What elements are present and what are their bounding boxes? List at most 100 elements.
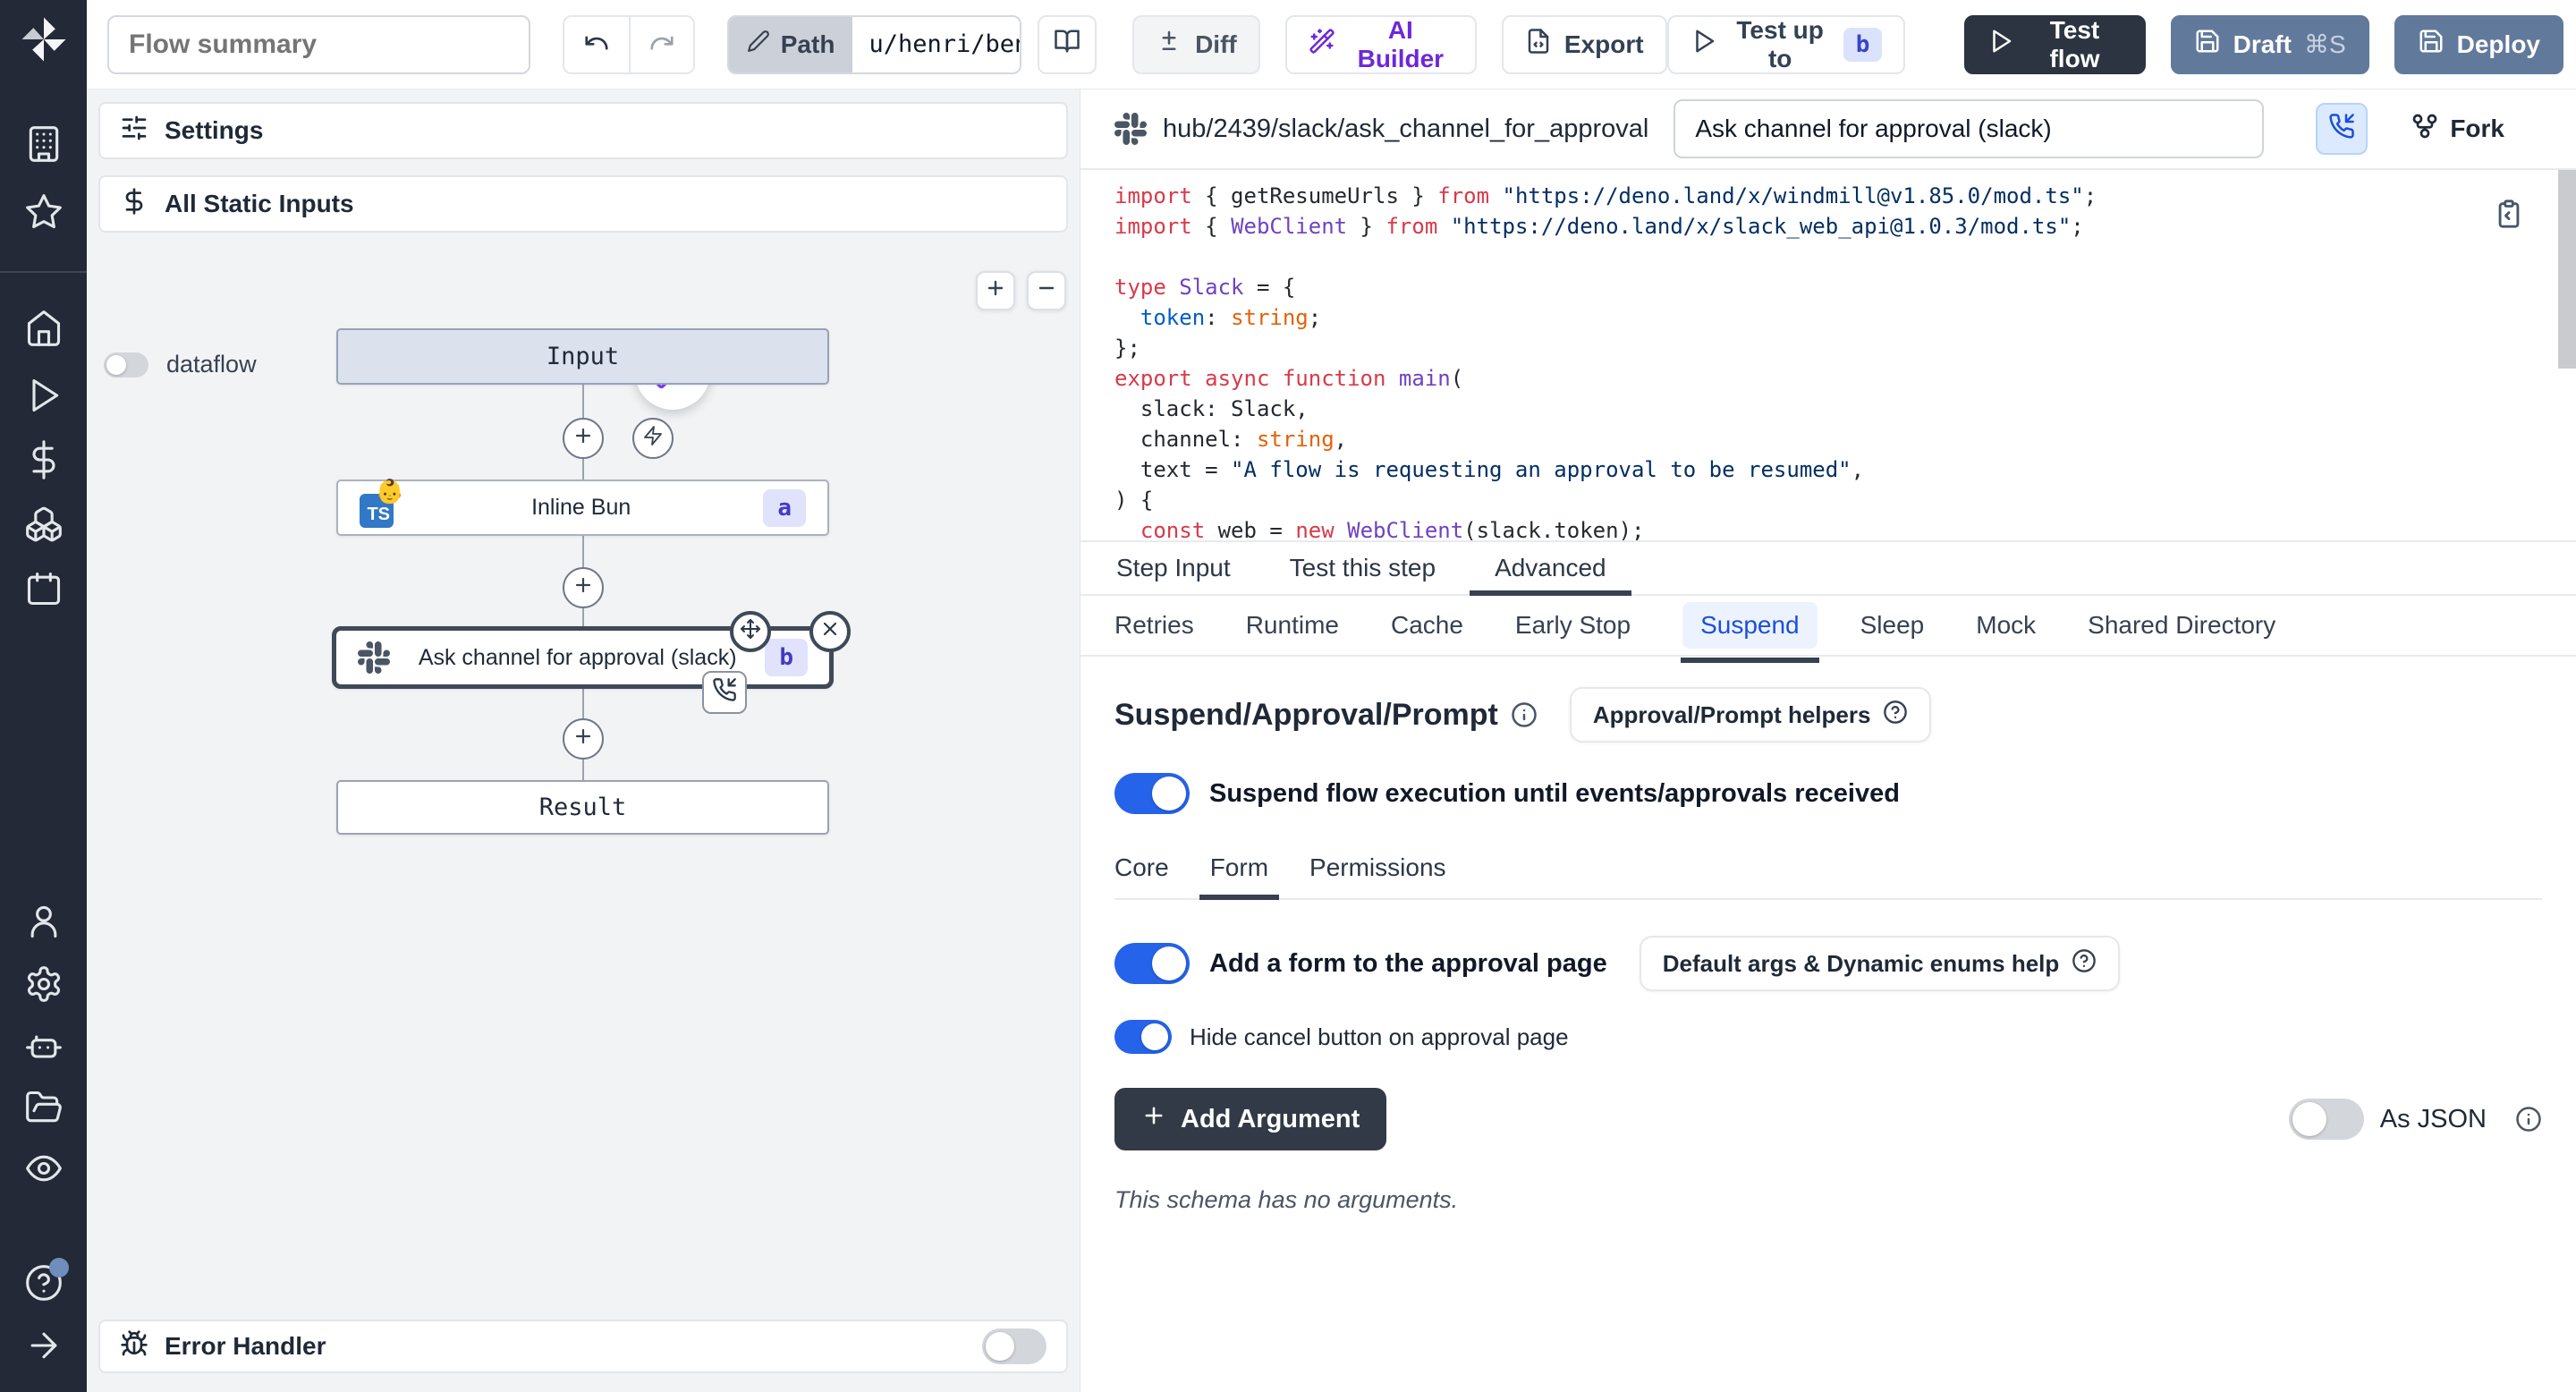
diff-icon [1156, 28, 1182, 61]
move-node-handle[interactable] [730, 611, 771, 652]
phone-incoming-icon [2328, 113, 2355, 146]
approval-prompt-helpers-button[interactable]: Approval/Prompt helpers [1570, 687, 1932, 743]
suspend-enabled-button[interactable] [2316, 103, 2368, 155]
deploy-label: Deploy [2457, 30, 2540, 59]
flow-node-result[interactable]: Result [336, 780, 829, 835]
export-button[interactable]: Export [1502, 15, 1667, 74]
suspend-heading: Suspend/Approval/Prompt [1114, 698, 1498, 733]
path-edit-segment[interactable]: Path [729, 17, 853, 72]
subtab-core[interactable]: Core [1114, 853, 1169, 882]
info-icon[interactable] [1511, 701, 1538, 728]
input-node-label: Input [547, 343, 619, 370]
schedules-calendar-icon[interactable] [24, 569, 64, 608]
users-icon[interactable] [24, 902, 64, 941]
suspend-phone-badge[interactable] [702, 671, 747, 714]
tab-test-this-step[interactable]: Test this step [1288, 542, 1437, 594]
tab-sleep[interactable]: Sleep [1860, 611, 1925, 640]
workspace-icon[interactable] [24, 124, 64, 164]
zoom-out-button[interactable] [1027, 271, 1066, 310]
tab-cache[interactable]: Cache [1391, 611, 1463, 640]
runs-play-icon[interactable] [24, 376, 64, 415]
default-args-help-label: Default args & Dynamic enums help [1663, 950, 2060, 978]
tab-runtime[interactable]: Runtime [1246, 611, 1339, 640]
copy-code-button[interactable] [2494, 199, 2524, 235]
flow-summary-input[interactable] [107, 15, 530, 74]
code-scrollbar-thumb[interactable] [2558, 170, 2576, 369]
default-args-help-button[interactable]: Default args & Dynamic enums help [1640, 936, 2121, 991]
as-json-toggle[interactable] [2289, 1099, 2364, 1140]
undo-button[interactable] [564, 17, 629, 72]
subtab-permissions[interactable]: Permissions [1309, 853, 1445, 882]
step-title-input[interactable] [1674, 99, 2264, 158]
close-icon [819, 617, 841, 646]
zoom-in-button[interactable] [976, 271, 1015, 310]
subtab-form[interactable]: Form [1210, 853, 1268, 882]
diff-button[interactable]: Diff [1132, 15, 1260, 74]
ai-builder-button[interactable]: AI Builder [1285, 15, 1477, 74]
tab-retries[interactable]: Retries [1114, 611, 1194, 640]
add-argument-button[interactable]: Add Argument [1114, 1088, 1386, 1150]
expand-rail-arrow-icon[interactable] [24, 1326, 64, 1365]
flow-node-inline-bun[interactable]: TS👶 Inline Bun a [336, 480, 829, 536]
fork-button[interactable]: Fork [2411, 112, 2504, 147]
ask-channel-title: Ask channel for approval (slack) [408, 645, 747, 671]
path-control[interactable]: Path u/henri/ben [727, 15, 1021, 74]
flow-node-input[interactable]: Input [336, 328, 829, 385]
info-icon[interactable] [2515, 1106, 2542, 1133]
add-form-label: Add a form to the approval page [1209, 949, 1607, 979]
help-icon[interactable] [24, 1263, 64, 1303]
deploy-button[interactable]: Deploy [2394, 15, 2563, 74]
insert-step-button[interactable] [563, 567, 604, 608]
path-value: u/henri/ben [852, 17, 1021, 72]
tab-advanced[interactable]: Advanced [1493, 542, 1608, 594]
tab-mock[interactable]: Mock [1976, 611, 2036, 640]
flow-settings-row[interactable]: Settings [98, 102, 1068, 159]
undo-redo-group [563, 15, 695, 74]
tab-early-stop[interactable]: Early Stop [1515, 611, 1631, 640]
tab-suspend[interactable]: Suspend [1682, 602, 1818, 649]
home-icon[interactable] [24, 309, 64, 348]
plus-icon [1141, 1103, 1166, 1135]
step-tabs: Step Input Test this step Advanced [1080, 540, 2576, 596]
test-up-to-step-badge: b [1843, 28, 1883, 62]
dataflow-toggle[interactable] [104, 352, 148, 378]
audit-eye-icon[interactable] [24, 1149, 64, 1188]
insert-step-button[interactable] [563, 418, 604, 459]
hide-cancel-toggle[interactable] [1114, 1020, 1172, 1054]
code-editor[interactable]: import { getResumeUrls } from "https://d… [1080, 170, 2576, 540]
play-icon [1690, 28, 1717, 61]
plus-icon [572, 573, 594, 602]
delete-node-button[interactable] [809, 611, 851, 652]
draft-shortcut: ⌘S [2304, 30, 2346, 59]
dataflow-label: dataflow [166, 351, 257, 378]
test-up-to-button[interactable]: Test up tob [1667, 15, 1906, 74]
workers-bot-icon[interactable] [24, 1027, 64, 1066]
test-flow-button[interactable]: Test flow [1964, 15, 2145, 74]
code-block: import { getResumeUrls } from "https://d… [1114, 181, 2576, 540]
suspend-flow-toggle[interactable] [1114, 773, 1190, 814]
redo-button[interactable] [629, 17, 693, 72]
windmill-logo-icon[interactable] [19, 14, 69, 64]
pencil-icon [747, 30, 770, 59]
tab-step-input[interactable]: Step Input [1114, 542, 1233, 594]
lightning-icon [642, 424, 664, 453]
minus-icon [1036, 276, 1057, 305]
all-static-inputs-row[interactable]: All Static Inputs [98, 175, 1068, 233]
error-handler-row[interactable]: Error Handler [98, 1320, 1068, 1373]
trigger-zap-button[interactable] [632, 418, 674, 459]
variables-dollar-icon[interactable] [24, 440, 64, 480]
add-form-toggle[interactable] [1114, 943, 1190, 984]
approval-prompt-helpers-label: Approval/Prompt helpers [1593, 701, 1871, 729]
tab-shared-directory[interactable]: Shared Directory [2088, 611, 2275, 640]
docs-button[interactable] [1038, 15, 1097, 74]
result-node-label: Result [539, 794, 627, 821]
insert-step-button[interactable] [563, 718, 604, 760]
resources-boxes-icon[interactable] [24, 505, 64, 544]
draft-button[interactable]: Draft⌘S [2171, 15, 2369, 74]
slack-icon [358, 641, 390, 674]
settings-gear-icon[interactable] [24, 964, 64, 1004]
folders-icon[interactable] [24, 1088, 64, 1127]
favorites-star-icon[interactable] [24, 192, 64, 232]
suspend-flow-toggle-label: Suspend flow execution until events/appr… [1209, 779, 1900, 809]
error-handler-toggle[interactable] [982, 1328, 1046, 1364]
